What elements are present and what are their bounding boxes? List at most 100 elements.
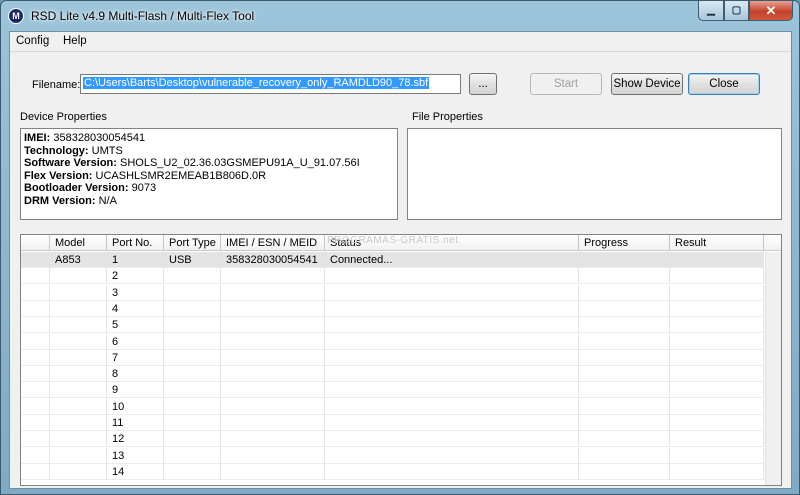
cell-model (50, 431, 107, 448)
window-close-button[interactable]: ✕ (749, 1, 793, 21)
cell-result (670, 268, 764, 285)
cell-port-type (164, 463, 221, 480)
cell-imei (221, 382, 325, 399)
table-row[interactable]: 7 (21, 349, 764, 366)
table-row[interactable]: 13 (21, 447, 764, 464)
app-window: M RSD Lite v4.9 Multi-Flash / Multi-Flex… (0, 0, 800, 495)
cell-model (50, 447, 107, 464)
grid-vertical-scrollbar[interactable] (765, 252, 781, 485)
col-header-progress[interactable]: Progress (579, 235, 670, 251)
table-row[interactable]: 2 (21, 268, 764, 285)
cell-result (670, 366, 764, 383)
cell-model (50, 415, 107, 431)
col-header-port-type[interactable]: Port Type (164, 235, 221, 251)
grid-header: Model Port No. Port Type IMEI / ESN / ME… (21, 235, 781, 251)
table-row[interactable]: 14 (21, 463, 764, 480)
cell-result (670, 463, 764, 480)
window-title: RSD Lite v4.9 Multi-Flash / Multi-Flex T… (31, 9, 255, 23)
cell-progress (579, 382, 670, 399)
cell-imei (221, 333, 325, 350)
cell-result (670, 317, 764, 334)
cell-progress (579, 317, 670, 334)
cell-port-type (164, 366, 221, 383)
table-row[interactable]: 3 (21, 284, 764, 301)
cell-status (325, 463, 579, 480)
table-row[interactable]: 9 (21, 382, 764, 399)
cell-port-no: 7 (107, 349, 164, 366)
start-button[interactable]: Start (530, 73, 602, 95)
col-header-imei[interactable]: IMEI / ESN / MEID (221, 235, 325, 251)
motorola-logo-icon: M (8, 8, 24, 24)
cell-result (670, 415, 764, 431)
table-row[interactable]: 6 (21, 333, 764, 350)
cell-select (21, 447, 50, 464)
cell-port-type (164, 300, 221, 317)
cell-status (325, 268, 579, 285)
cell-imei (221, 366, 325, 383)
table-row[interactable]: A853 1 USB 358328030054541 Connected... (21, 252, 764, 268)
cell-imei (221, 398, 325, 415)
minimize-button[interactable]: ▁ (698, 1, 724, 21)
menu-help[interactable]: Help (63, 35, 87, 47)
cell-imei (221, 268, 325, 285)
device-properties-panel: IMEI: 358328030054541 Technology: UMTS S… (20, 128, 398, 220)
show-device-button[interactable]: Show Device (611, 73, 683, 95)
cell-progress (579, 431, 670, 448)
cell-port-no: 13 (107, 447, 164, 464)
table-row[interactable]: 10 (21, 398, 764, 415)
cell-port-type (164, 415, 221, 431)
cell-port-no: 5 (107, 317, 164, 334)
col-header-port-no[interactable]: Port No. (107, 235, 164, 251)
cell-result (670, 382, 764, 399)
cell-imei (221, 463, 325, 480)
cell-imei (221, 300, 325, 317)
cell-progress (579, 268, 670, 285)
close-button[interactable]: Close (688, 73, 760, 95)
cell-port-no: 10 (107, 398, 164, 415)
cell-port-no: 1 (107, 252, 164, 268)
col-header-model[interactable]: Model (50, 235, 107, 251)
cell-select (21, 382, 50, 399)
col-header-select[interactable] (21, 235, 50, 251)
cell-result (670, 398, 764, 415)
cell-select (21, 333, 50, 350)
cell-progress (579, 366, 670, 383)
cell-port-type (164, 382, 221, 399)
cell-model (50, 398, 107, 415)
cell-imei (221, 317, 325, 334)
cell-port-no: 4 (107, 300, 164, 317)
cell-status (325, 382, 579, 399)
filename-value: C:\Users\Barts\Desktop\vulnerable_recove… (83, 77, 430, 89)
cell-port-type: USB (164, 252, 221, 268)
cell-status (325, 431, 579, 448)
file-properties-panel (407, 128, 782, 220)
title-bar[interactable]: M RSD Lite v4.9 Multi-Flash / Multi-Flex… (1, 1, 799, 31)
device-prop-technology: Technology: UMTS (24, 144, 123, 157)
cell-progress (579, 300, 670, 317)
table-row[interactable]: 12 (21, 431, 764, 448)
table-row[interactable]: 11 (21, 415, 764, 431)
device-properties-title: Device Properties (20, 111, 107, 123)
maximize-button[interactable]: ▢ (724, 1, 749, 21)
cell-port-type (164, 349, 221, 366)
cell-result (670, 447, 764, 464)
cell-model (50, 366, 107, 383)
cell-progress (579, 463, 670, 480)
table-row[interactable]: 5 (21, 317, 764, 334)
cell-result (670, 300, 764, 317)
table-row[interactable]: 4 (21, 300, 764, 317)
cell-status (325, 317, 579, 334)
cell-select (21, 268, 50, 285)
menu-config[interactable]: Config (16, 35, 49, 47)
table-row[interactable]: 8 (21, 366, 764, 383)
cell-status (325, 284, 579, 301)
filename-label: Filename: (32, 79, 81, 91)
filename-field[interactable]: C:\Users\Barts\Desktop\vulnerable_recove… (80, 74, 461, 94)
browse-button[interactable]: ... (469, 73, 497, 95)
cell-imei (221, 415, 325, 431)
cell-status: Connected... (325, 252, 579, 268)
cell-port-no: 8 (107, 366, 164, 383)
cell-select (21, 398, 50, 415)
col-header-result[interactable]: Result (670, 235, 764, 251)
cell-port-no: 3 (107, 284, 164, 301)
